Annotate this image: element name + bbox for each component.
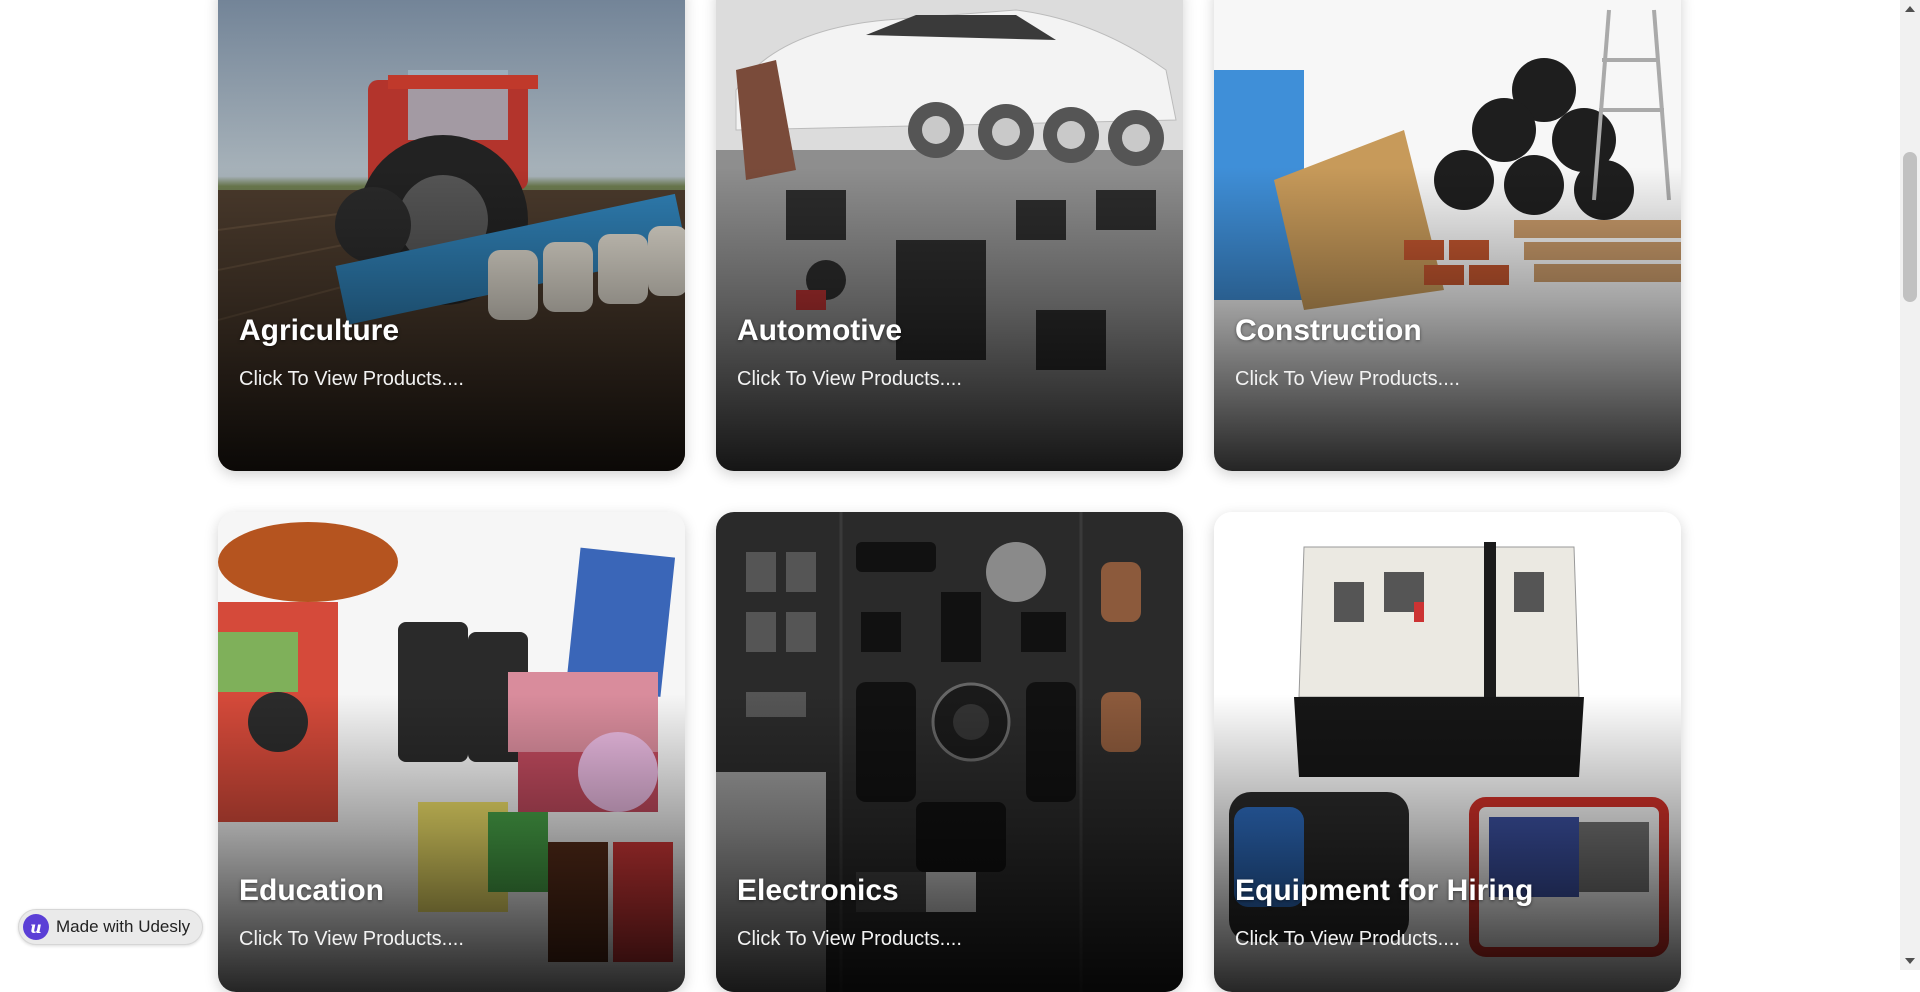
category-cta: Click To View Products.... [239, 368, 464, 390]
category-title: Equipment for Hiring [1235, 874, 1534, 907]
udesly-logo-icon: u [23, 914, 49, 940]
made-with-udesly-badge[interactable]: u Made with Udesly [18, 909, 204, 945]
category-cta: Click To View Products.... [239, 928, 464, 950]
scrollbar-thumb[interactable] [1903, 152, 1917, 302]
category-grid: Agriculture Click To View Products.... A… [0, 0, 1900, 992]
category-card-agriculture[interactable]: Agriculture Click To View Products.... [218, 0, 685, 471]
scroll-up-arrow-icon[interactable] [1905, 6, 1915, 12]
category-card-construction[interactable]: Construction Click To View Products.... [1214, 0, 1681, 471]
category-title: Electronics [737, 874, 899, 907]
category-card-electronics[interactable]: Electronics Click To View Products.... [716, 512, 1183, 992]
category-title: Automotive [737, 314, 902, 347]
vertical-scrollbar[interactable] [1900, 0, 1920, 970]
category-cta: Click To View Products.... [737, 928, 962, 950]
category-card-automotive[interactable]: Automotive Click To View Products.... [716, 0, 1183, 471]
category-cta: Click To View Products.... [737, 368, 962, 390]
category-title: Education [239, 874, 385, 907]
scroll-down-arrow-icon[interactable] [1905, 958, 1915, 964]
badge-label: Made with Udesly [56, 917, 191, 936]
category-title: Agriculture [239, 314, 400, 347]
category-card-education[interactable]: Education Click To View Products.... [218, 512, 685, 992]
category-card-equipment-for-hiring[interactable]: Equipment for Hiring Click To View Produ… [1214, 512, 1681, 992]
category-cta: Click To View Products.... [1235, 368, 1460, 390]
category-title: Construction [1235, 314, 1422, 347]
category-cta: Click To View Products.... [1235, 928, 1460, 950]
